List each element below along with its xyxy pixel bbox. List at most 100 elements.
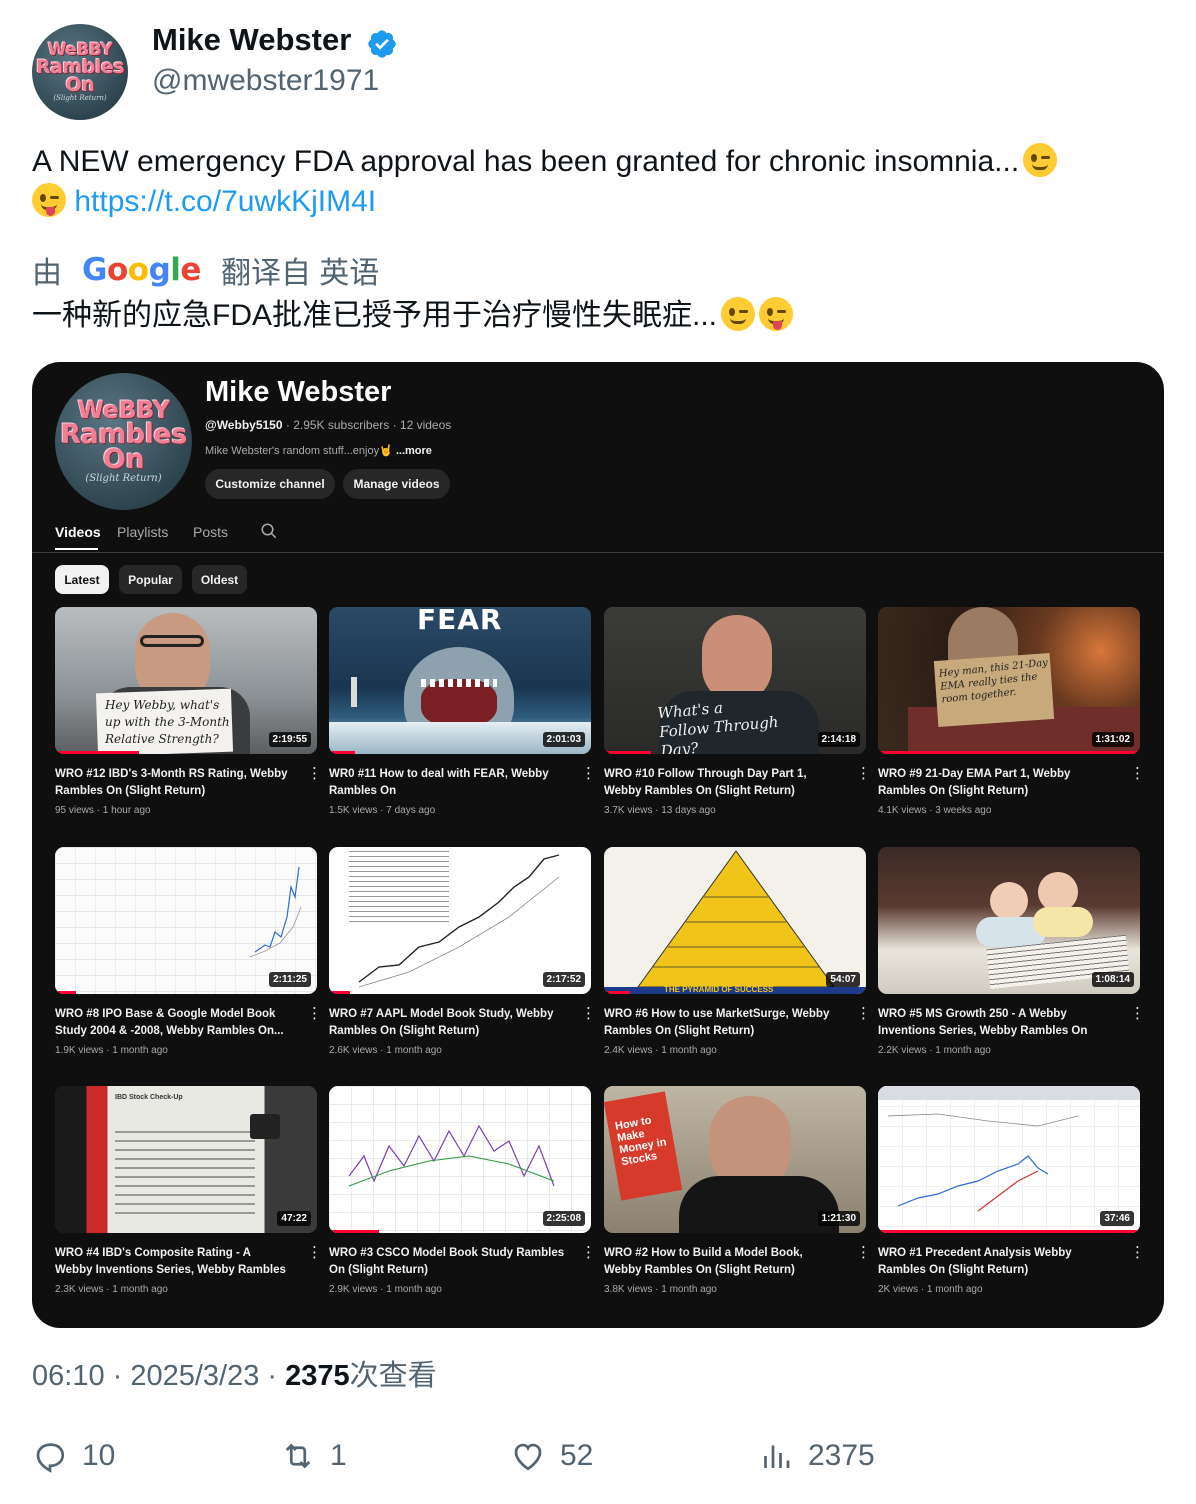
tweet-date[interactable]: 2025/3/23 [130,1360,259,1392]
video-duration: 2:01:03 [542,732,585,747]
video-title: WRO #12 IBD's 3-Month RS Rating, Webby R… [55,768,288,797]
video-duration: 54:07 [826,972,860,987]
tweet-link[interactable]: https://t.co/7uwkKjIM4I [74,185,376,218]
video-meta: 3.8K views · 1 month ago [604,1284,717,1295]
author-name[interactable]: Mike Webster [152,22,351,58]
tweet-time[interactable]: 06:10 [32,1360,105,1392]
video-thumbnail: FEAR 2:01:03 [329,607,591,754]
watch-progress [604,751,652,754]
video-card: 2:25:08 WRO #3 CSCO Model Book Study Ram… [329,1086,596,1295]
video-age: 7 days ago [386,805,436,816]
video-thumbnail: Hey Webby, what's up with the 3-Month Re… [55,607,317,754]
video-duration: 1:08:14 [1091,972,1134,987]
more-vert-icon: ⋮ [581,1005,596,1022]
verified-badge-icon [368,30,396,58]
more-vert-icon: ⋮ [581,765,596,782]
google-logo[interactable]: Google [82,252,201,288]
more-vert-icon: ⋮ [1130,1005,1145,1022]
tab-divider [32,552,1164,553]
customize-channel-button: Customize channel [205,469,335,499]
video-age: 1 hour ago [102,805,151,816]
tab-posts: Posts [193,524,229,540]
video-meta: 95 views · 1 hour ago [55,805,151,816]
video-card: 1:08:14 WRO #5 MS Growth 250 - A Webby I… [878,847,1145,1056]
video-views: 2.3K views [55,1284,104,1295]
tab-playlists: Playlists [117,524,169,540]
video-views: 1.9K views [55,1045,104,1056]
video-title: WRO #7 AAPL Model Book Study, Webby Ramb… [329,1008,554,1037]
watch-progress [55,991,76,994]
tweet-body: A NEW emergency FDA approval has been gr… [32,145,1020,178]
video-views: 2.2K views [878,1045,927,1056]
watch-progress [329,751,356,754]
manage-videos-button: Manage videos [343,469,450,499]
video-meta: 2.9K views · 1 month ago [329,1284,442,1295]
video-age: 13 days ago [661,805,716,816]
video-meta: 2.6K views · 1 month ago [329,1045,442,1056]
video-thumbnail: 2:11:25 [55,847,317,994]
video-title: WRO #9 21-Day EMA Part 1, Webby Rambles … [878,768,1071,797]
channel-video-count: 12 videos [399,418,452,432]
translation-from: 翻译自 英语 [220,257,380,290]
like-button[interactable]: 52 [510,1438,593,1474]
video-duration: 1:31:02 [1091,732,1134,747]
video-card: IBD Stock Check-Up 47:22 WRO #4 IBD's Co… [55,1086,322,1295]
more-vert-icon: ⋮ [856,1244,871,1261]
video-title: WRO #4 IBD's Composite Rating - A Webby … [55,1247,286,1276]
more-vert-icon: ⋮ [307,1244,322,1261]
reply-count: 10 [82,1439,116,1472]
reply-button[interactable]: 10 [32,1438,115,1474]
channel-meta: @Webby5150 · 2.95K subscribers · 12 vide… [205,418,452,432]
video-duration: 2:11:25 [269,972,311,987]
tweet-view-count: 2375 [285,1360,350,1392]
video-thumbnail: 2:17:52 [329,847,591,994]
analytics-icon [764,1445,790,1468]
video-thumbnail: THE PYRAMID OF SUCCESS 54:07 [604,847,866,994]
video-meta: 3.7K views · 13 days ago [604,805,716,816]
watch-progress [329,991,350,994]
video-thumbnail: How to Make Money in Stocks 1:21:30 [604,1086,866,1233]
channel-name: Mike Webster [205,376,392,408]
video-title: WRO #5 MS Growth 250 - A Webby Invention… [878,1008,1088,1037]
thumbnail-caption: THE PYRAMID OF SUCCESS [664,985,774,994]
video-age: 1 month ago [926,1284,983,1295]
video-age: 1 month ago [935,1045,991,1056]
search-icon [261,523,277,539]
video-age: 1 month ago [661,1284,717,1295]
video-duration: 2:19:55 [268,732,311,747]
video-views: 3.7K views [604,805,653,816]
video-thumbnail: What's a Follow Through Day? 2:14:18 [604,607,866,754]
video-views: 95 views [55,805,94,816]
filter-popular: Popular [119,565,182,594]
heart-icon [514,1443,542,1471]
translation-attribution: 由 Google 翻译自 英语 [32,248,379,292]
analytics-button[interactable]: 2375 [758,1438,875,1474]
more-vert-icon: ⋮ [581,1244,596,1261]
video-card: Hey man, this 21-Day EMA really ties the… [878,607,1145,816]
tab-videos: Videos [55,524,101,540]
video-duration: 1:21:30 [817,1211,860,1226]
active-tab-indicator [55,548,98,550]
video-thumbnail: 1:08:14 [878,847,1140,994]
video-title: WRO #6 How to use MarketSurge, Webby Ram… [604,1008,830,1037]
video-duration: 2:25:08 [542,1211,585,1226]
video-meta: 1.5K views · 7 days ago [329,805,436,816]
retweet-icon [285,1443,311,1469]
author-handle[interactable]: @mwebster1971 [152,64,379,98]
tweet-media-image[interactable]: WeBBY Rambles On (Slight Return) Mike We… [32,362,1164,1328]
video-title: WRO #2 How to Build a Model Book, Webby … [604,1247,803,1276]
video-meta: 1.9K views · 1 month ago [55,1045,168,1056]
video-card: 2:11:25 WRO #8 IPO Base & Google Model B… [55,847,322,1056]
tweet-timestamp: 06:10 · 2025/3/23 · 2375次查看 [32,1360,437,1392]
author-avatar[interactable]: WeBBY Rambles On (Slight Return) [32,24,128,120]
more-vert-icon: ⋮ [1130,1244,1145,1261]
retweet-button[interactable]: 1 [280,1438,347,1474]
winking-face-icon [1023,143,1058,177]
video-thumbnail: IBD Stock Check-Up 47:22 [55,1086,317,1233]
channel-logo-line3: On [102,444,145,476]
video-title: WRO #1 Precedent Analysis Webby Rambles … [878,1247,1072,1276]
channel-subscribers: 2.95K subscribers [293,418,390,432]
video-views: 2.9K views [329,1284,378,1295]
more-vert-icon: ⋮ [856,1005,871,1022]
more-vert-icon: ⋮ [307,765,322,782]
